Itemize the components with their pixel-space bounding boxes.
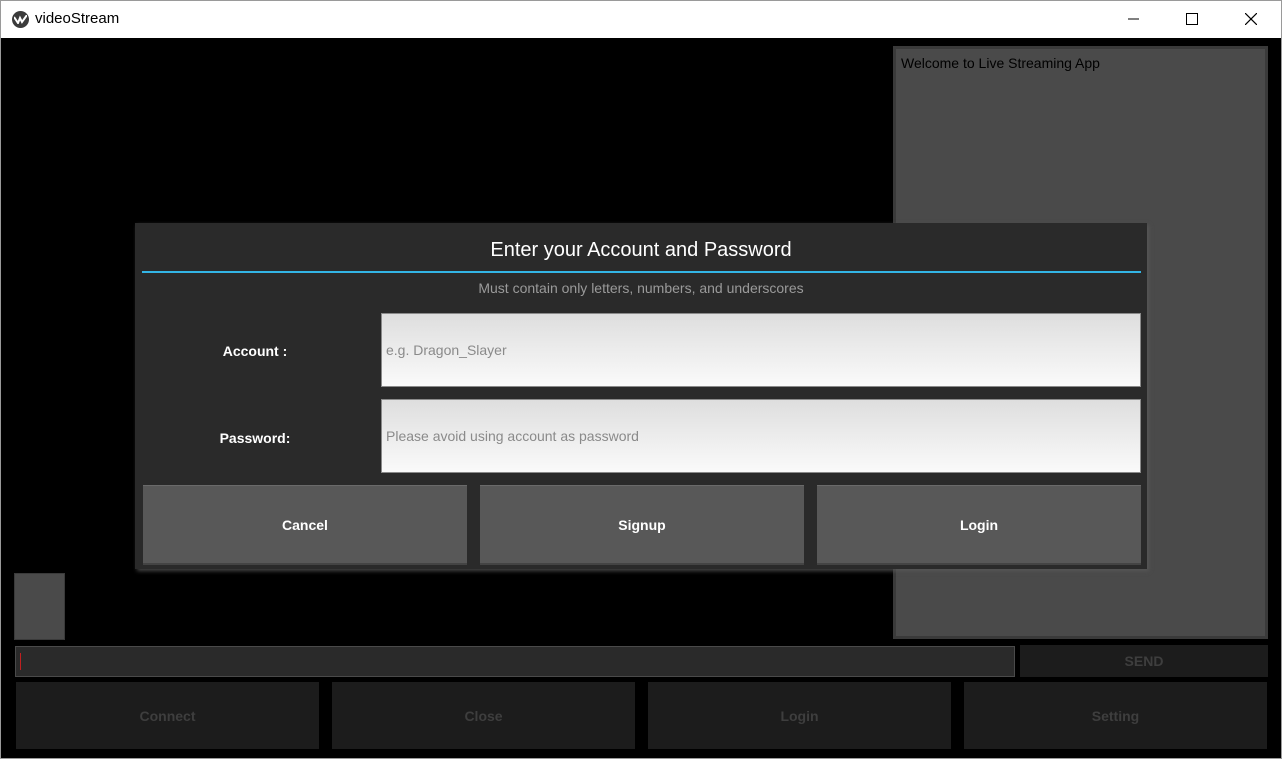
minimize-button[interactable]: [1105, 1, 1163, 38]
text-caret: [20, 653, 21, 670]
account-input[interactable]: [382, 314, 1140, 386]
password-label: Password:: [219, 430, 291, 446]
chat-welcome-message: Welcome to Live Streaming App: [901, 55, 1100, 71]
login-button[interactable]: Login: [817, 485, 1141, 565]
close-stream-button[interactable]: Close: [332, 682, 635, 749]
maximize-button[interactable]: [1163, 1, 1221, 38]
dialog-hint: Must contain only letters, numbers, and …: [478, 280, 804, 296]
password-field[interactable]: [381, 399, 1141, 473]
signup-button[interactable]: Signup: [480, 485, 804, 565]
setting-button[interactable]: Setting: [964, 682, 1267, 749]
window-title: videoStream: [35, 10, 120, 27]
message-input[interactable]: [15, 646, 1015, 677]
account-label: Account :: [222, 343, 288, 359]
login-dialog: Enter your Account and Password Must con…: [135, 223, 1147, 569]
send-button[interactable]: SEND: [1020, 645, 1268, 677]
dialog-title: Enter your Account and Password: [490, 239, 792, 261]
account-field[interactable]: [381, 313, 1141, 387]
main-area: Welcome to Live Streaming App SEND Conne…: [1, 38, 1281, 758]
password-input[interactable]: [382, 400, 1140, 472]
close-icon: [1245, 13, 1257, 25]
cancel-button[interactable]: Cancel: [143, 485, 467, 565]
dialog-divider: [142, 271, 1141, 273]
video-thumbnail[interactable]: [14, 573, 65, 640]
login-open-button[interactable]: Login: [648, 682, 951, 749]
app-window: videoStream Welcome to Live Streaming Ap…: [0, 0, 1282, 759]
minimize-icon: [1128, 18, 1139, 20]
connect-button[interactable]: Connect: [16, 682, 319, 749]
close-button[interactable]: [1222, 1, 1280, 38]
maximize-icon: [1186, 13, 1198, 25]
title-bar[interactable]: videoStream: [1, 1, 1281, 38]
kivy-logo-icon: [12, 11, 29, 28]
